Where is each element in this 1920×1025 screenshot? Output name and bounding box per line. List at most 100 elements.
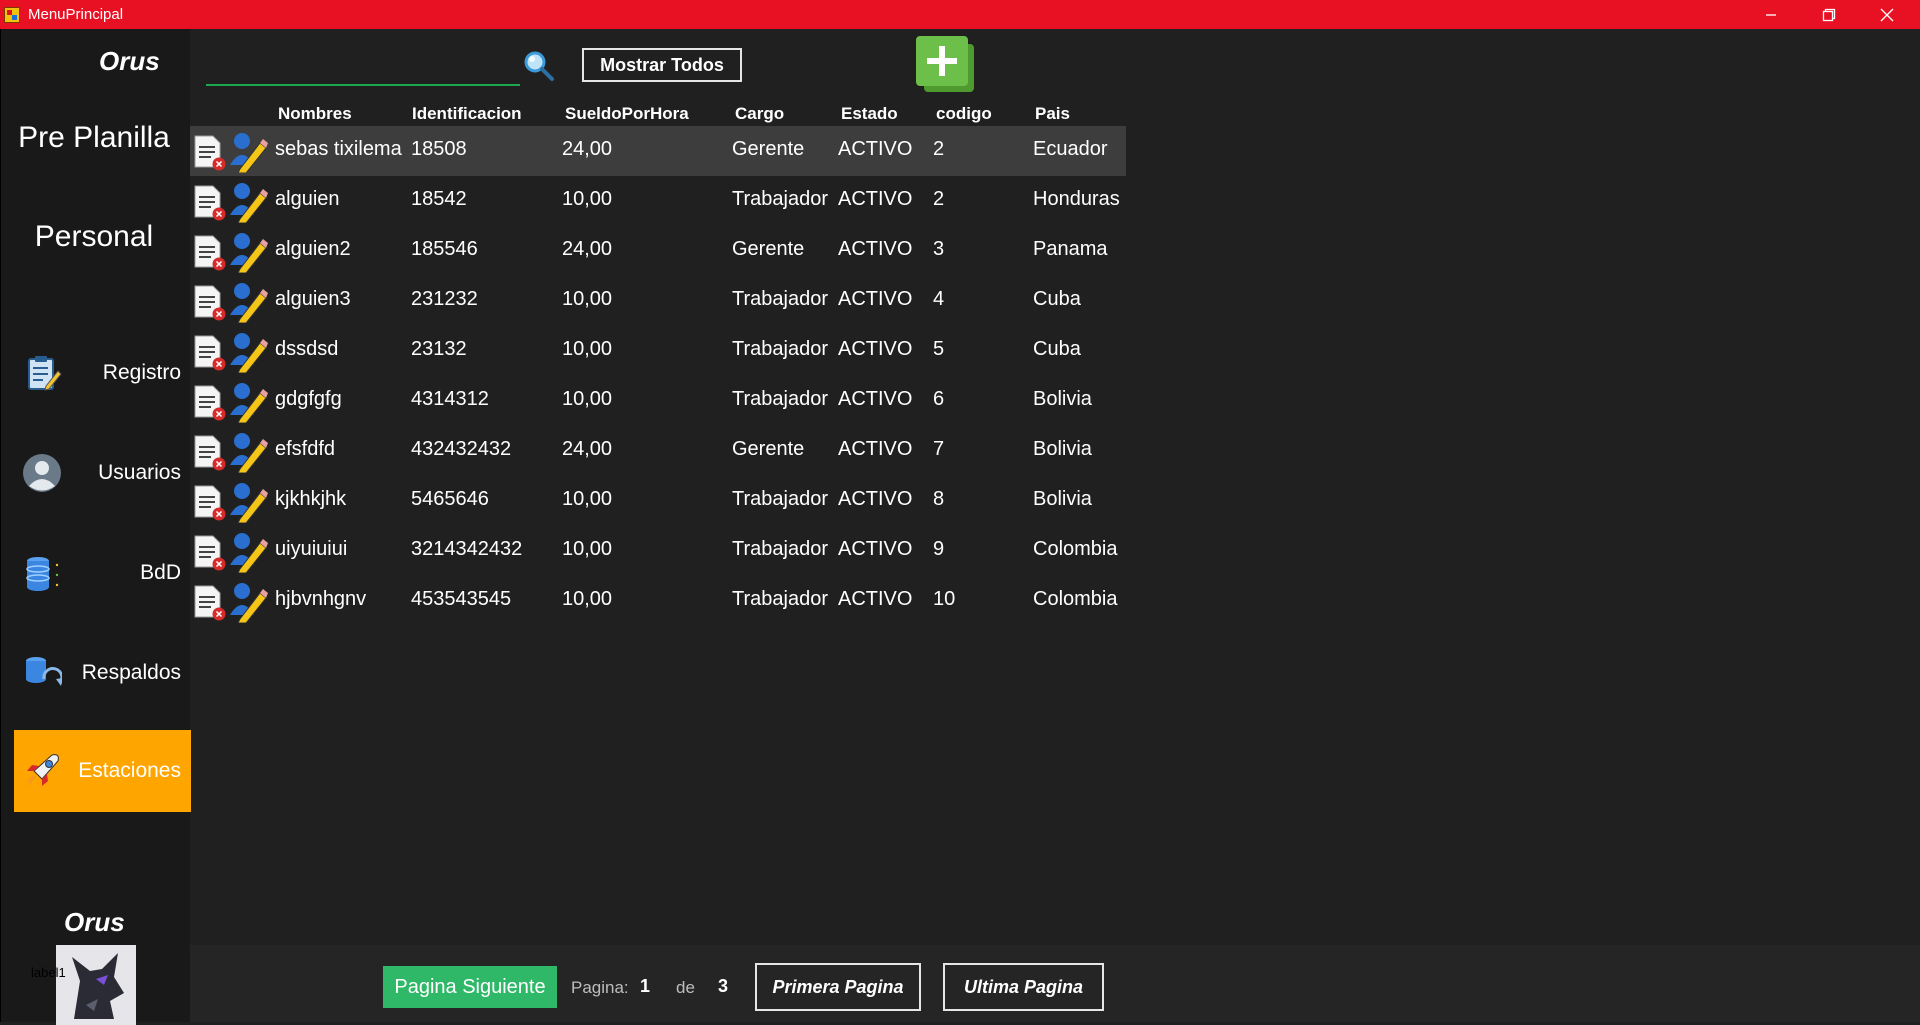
current-page: 1 (640, 976, 651, 996)
edit-user-icon[interactable] (228, 231, 268, 274)
column-header-nombres[interactable]: Nombres (278, 104, 352, 124)
cell-sueldo: 10,00 (562, 338, 613, 360)
title-bar: MenuPrincipal (0, 0, 1920, 29)
column-header-pais[interactable]: Pais (1035, 104, 1070, 124)
table-row[interactable]: hjbvnhgnv 453543545 10,00 Trabajador ACTIVO 1… (190, 576, 1126, 626)
delete-document-icon[interactable] (193, 584, 227, 622)
delete-document-icon[interactable] (193, 234, 227, 272)
delete-document-icon[interactable] (193, 384, 227, 422)
cell-identificacion: 5465646 (411, 488, 489, 510)
section-title-personal: Personal (34, 220, 154, 253)
avatar (56, 945, 136, 1025)
cell-estado: ACTIVO (838, 138, 913, 160)
table-row[interactable]: kjkhkjhk 5465646 10,00 Trabajador ACTIVO 8 Bol… (190, 476, 1126, 526)
database-icon (26, 557, 59, 591)
table-row[interactable]: dssdsd 23132 10,00 Trabajador ACTIVO 5 Cuba (190, 326, 1126, 376)
cell-sueldo: 24,00 (562, 438, 613, 460)
edit-user-icon[interactable] (228, 581, 268, 624)
cell-codigo: 5 (933, 338, 945, 360)
edit-user-icon[interactable] (228, 281, 268, 324)
cell-nombres: kjkhkjhk (275, 488, 347, 510)
cell-pais: Cuba (1033, 338, 1081, 360)
sidebar: Orus Pre Planilla Personal Registro Usua… (0, 29, 191, 1025)
table-row[interactable]: alguien 18542 10,00 Trabajador ACTIVO 2 Hondur… (190, 176, 1126, 226)
backup-icon (26, 657, 62, 686)
cell-sueldo: 10,00 (562, 588, 613, 610)
cell-nombres: gdgfgfg (275, 388, 342, 410)
next-page-button[interactable]: Pagina Siguiente (383, 966, 557, 1008)
delete-document-icon[interactable] (193, 484, 227, 522)
delete-document-icon[interactable] (193, 284, 227, 322)
cell-cargo: Gerente (732, 238, 805, 260)
cell-identificacion: 432432432 (411, 438, 512, 460)
cell-codigo: 6 (933, 388, 945, 410)
cell-cargo: Trabajador (732, 488, 828, 510)
close-button[interactable] (1858, 0, 1916, 29)
add-button[interactable] (914, 36, 976, 94)
table-row[interactable]: alguien3 231232 10,00 Trabajador ACTIVO 4 Cuba (190, 276, 1126, 326)
sidebar-item-label: Usuarios (98, 461, 181, 484)
last-page-button[interactable]: Ultima Pagina (943, 963, 1104, 1011)
edit-user-icon[interactable] (228, 331, 268, 374)
cell-cargo: Trabajador (732, 388, 828, 410)
restore-button[interactable] (1800, 0, 1858, 29)
search-input[interactable] (206, 52, 520, 86)
cell-sueldo: 24,00 (562, 138, 613, 160)
column-header-codigo[interactable]: codigo (936, 104, 992, 124)
cell-pais: Colombia (1033, 588, 1118, 610)
edit-user-icon[interactable] (228, 481, 268, 524)
cell-estado: ACTIVO (838, 238, 913, 260)
sidebar-item-estaciones[interactable]: Estaciones (14, 730, 191, 812)
cell-identificacion: 3214342432 (411, 538, 523, 560)
table-row[interactable]: uiyuiuiui 3214342432 10,00 Trabajador ACTIVO… (190, 526, 1126, 576)
cell-cargo: Trabajador (732, 188, 828, 210)
table-row[interactable]: sebas tixilema 18508 24,00 Gerente ACTIVO 2 Ec… (190, 126, 1126, 176)
avatar-label: label1 (31, 965, 66, 980)
minimize-button[interactable] (1742, 0, 1800, 29)
brand-logo-top: Orus (99, 46, 160, 76)
cell-nombres: dssdsd (275, 338, 339, 360)
cell-cargo: Trabajador (732, 588, 828, 610)
search-icon[interactable] (523, 50, 555, 82)
first-page-button[interactable]: Primera Pagina (755, 963, 921, 1011)
delete-document-icon[interactable] (193, 134, 227, 172)
edit-user-icon[interactable] (228, 531, 268, 574)
cell-codigo: 9 (933, 538, 945, 560)
sidebar-item-bdd[interactable]: BdD (14, 532, 191, 614)
edit-user-icon[interactable] (228, 181, 268, 224)
delete-document-icon[interactable] (193, 334, 227, 372)
delete-document-icon[interactable] (193, 184, 227, 222)
cell-codigo: 8 (933, 488, 945, 510)
cell-sueldo: 10,00 (562, 288, 613, 310)
show-all-button[interactable]: Mostrar Todos (582, 48, 742, 82)
column-header-estado[interactable]: Estado (841, 104, 898, 124)
cell-pais: Bolivia (1033, 438, 1092, 460)
edit-user-icon[interactable] (228, 431, 268, 474)
edit-user-icon[interactable] (228, 381, 268, 424)
cell-identificacion: 185546 (411, 238, 478, 260)
cell-sueldo: 10,00 (562, 188, 613, 210)
table-row[interactable]: gdgfgfg 4314312 10,00 Trabajador ACTIVO 6 Boli… (190, 376, 1126, 426)
sidebar-item-registro[interactable]: Registro (14, 332, 191, 414)
cell-nombres: hjbvnhgnv (275, 588, 367, 610)
cell-identificacion: 23132 (411, 338, 467, 360)
cell-pais: Bolivia (1033, 388, 1092, 410)
cell-identificacion: 18542 (411, 188, 467, 210)
column-header-identificacion[interactable]: Identificacion (412, 104, 522, 124)
delete-document-icon[interactable] (193, 434, 227, 472)
cell-cargo: Trabajador (732, 338, 828, 360)
delete-document-icon[interactable] (193, 534, 227, 572)
column-header-sueldo[interactable]: SueldoPorHora (565, 104, 689, 124)
table-row[interactable]: alguien2 185546 24,00 Gerente ACTIVO 3 Panama (190, 226, 1126, 276)
sidebar-item-label: BdD (140, 561, 181, 584)
sidebar-item-usuarios[interactable]: Usuarios (14, 432, 191, 514)
cell-identificacion: 453543545 (411, 588, 512, 610)
cell-identificacion: 231232 (411, 288, 478, 310)
column-header-cargo[interactable]: Cargo (735, 104, 784, 124)
cell-cargo: Gerente (732, 138, 805, 160)
plus-icon (916, 36, 974, 92)
sidebar-item-respaldos[interactable]: Respaldos (14, 632, 191, 714)
edit-user-icon[interactable] (228, 131, 268, 174)
cell-nombres: alguien2 (275, 238, 351, 260)
table-row[interactable]: efsfdfd 432432432 24,00 Gerente ACTIVO 7 Boliv… (190, 426, 1126, 476)
